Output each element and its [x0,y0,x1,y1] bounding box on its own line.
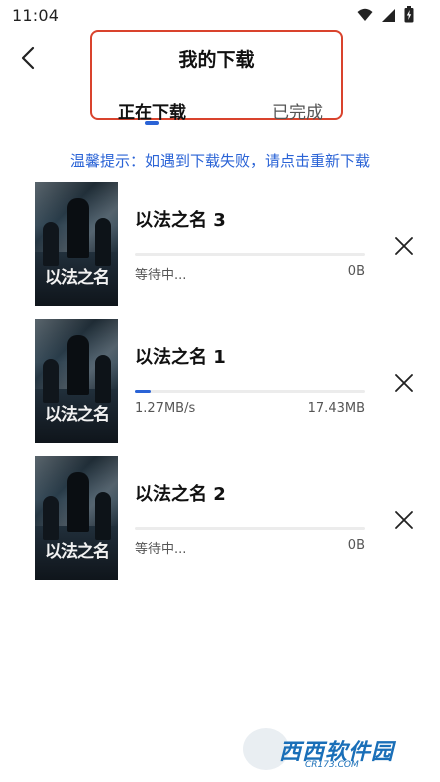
status-icons [357,6,414,23]
poster-thumbnail: 以法之名 [35,319,118,443]
progress-bar [135,527,365,530]
item-size: 17.43MB [307,401,365,416]
status-bar: 11:04 [0,0,440,30]
progress-bar [135,253,365,256]
poster-title: 以法之名 [45,405,110,425]
back-button[interactable] [14,44,44,74]
signal-icon [382,8,395,22]
download-item[interactable]: 以法之名 以法之名 2 等待中... 0B [0,456,440,582]
delete-button[interactable] [392,371,416,395]
close-icon [395,237,413,255]
watermark-logo: 西西软件园 CR173.COM [243,728,423,770]
poster-title: 以法之名 [45,542,110,562]
item-title: 以法之名 2 [135,484,226,505]
item-status: 等待中... [135,268,187,283]
delete-button[interactable] [392,234,416,258]
poster-thumbnail: 以法之名 [35,456,118,580]
page-title: 我的下载 [178,49,255,71]
item-status: 等待中... [135,542,187,557]
item-size: 0B [347,538,365,553]
progress-fill [135,390,152,393]
item-title: 以法之名 3 [135,210,226,231]
active-tab-indicator [145,121,159,125]
tab-downloading[interactable]: 正在下载 [118,98,186,123]
download-tip-notice: 温馨提示：如遇到下载失败，请点击重新下载 [69,152,370,170]
poster-thumbnail: 以法之名 [35,182,118,306]
download-item[interactable]: 以法之名 以法之名 3 等待中... 0B [0,182,440,308]
poster-title: 以法之名 [45,268,110,288]
item-title: 以法之名 1 [135,347,226,368]
chevron-left-icon [21,46,35,70]
status-time: 11:04 [12,6,60,25]
close-icon [395,374,413,392]
item-size: 0B [347,264,365,279]
close-icon [395,511,413,529]
download-item[interactable]: 以法之名 以法之名 1 1.27MB/s 17.43MB [0,319,440,445]
wifi-icon [357,8,373,21]
progress-bar [135,390,365,393]
watermark-url: CR173.COM [305,760,359,770]
tab-completed[interactable]: 已完成 [272,98,323,123]
item-speed: 1.27MB/s [135,401,196,416]
delete-button[interactable] [392,508,416,532]
battery-charging-icon [404,6,414,23]
